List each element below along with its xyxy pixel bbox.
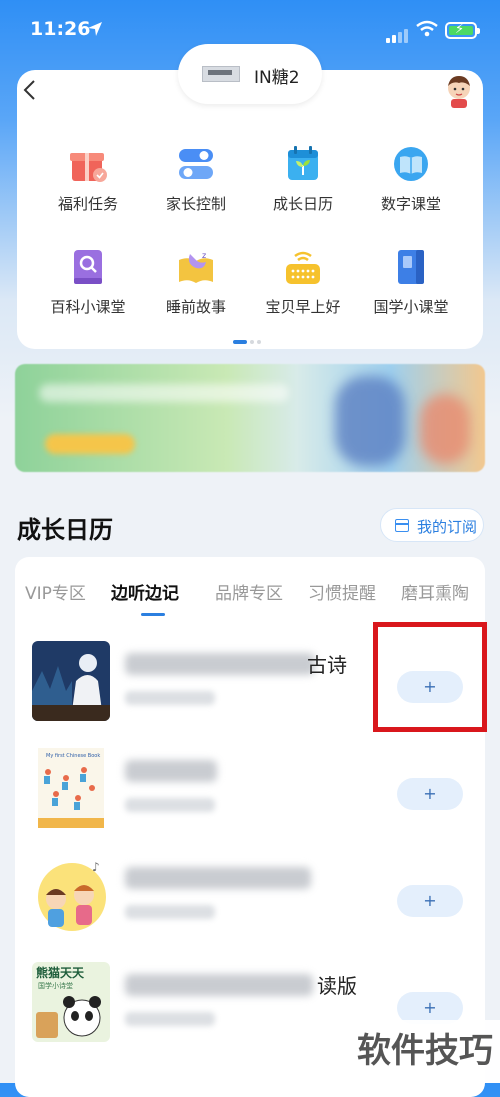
- page-indicator: [233, 331, 264, 350]
- book-cover-thumbnail: My first Chinese Book: [38, 748, 104, 828]
- grid-item-label: 数字课堂: [380, 195, 441, 213]
- tab-habit-reminder[interactable]: 习惯提醒: [308, 579, 376, 604]
- moon-book-icon: z: [179, 251, 213, 283]
- wifi-icon: [416, 20, 438, 37]
- section-title: 成长日历: [17, 516, 113, 544]
- child-avatar-icon[interactable]: [444, 74, 474, 108]
- grid-item-chinese-studies[interactable]: 国学小课堂: [355, 248, 467, 317]
- tab-ear-training[interactable]: 磨耳熏陶: [401, 579, 469, 604]
- watermark-text: 软件技巧: [350, 1020, 500, 1083]
- device-name: IN糖2: [254, 68, 300, 88]
- tab-brand[interactable]: 品牌专区: [215, 579, 283, 604]
- add-button[interactable]: +: [397, 885, 463, 917]
- grid-item-label: 福利任务: [57, 195, 118, 213]
- calendar-sprout-icon: [288, 146, 318, 180]
- grid-item-label: 宝贝早上好: [265, 298, 341, 316]
- status-time: 11:26: [30, 18, 91, 40]
- grid-item-label: 睡前故事: [165, 298, 226, 316]
- panda-cover-title: 熊猫天天: [36, 965, 85, 980]
- grid-item-digital-class[interactable]: 数字课堂: [355, 145, 467, 214]
- list-item[interactable]: My first Chinese Book +: [15, 748, 485, 848]
- grid-item-bedtime-story[interactable]: z 睡前故事: [140, 248, 252, 317]
- grid-item-label: 百科小课堂: [50, 298, 126, 316]
- page-dot: [250, 339, 254, 344]
- search-book-icon: [74, 250, 102, 284]
- toggle-icon: [179, 149, 213, 179]
- grid-item-parental-control[interactable]: 家长控制: [140, 145, 252, 214]
- svg-text:♪: ♪: [92, 860, 100, 874]
- notebook-icon: [398, 250, 424, 284]
- grid-item-label: 国学小课堂: [373, 298, 449, 316]
- my-subscription-label: 我的订阅: [417, 518, 478, 536]
- grid-item-welfare-tasks[interactable]: 福利任务: [32, 145, 144, 214]
- grid-item-label: 家长控制: [165, 195, 226, 213]
- book-cover-title: My first Chinese Book: [46, 753, 100, 759]
- grid-item-encyclopedia-class[interactable]: 百科小课堂: [32, 248, 144, 317]
- cellular-signal-icon: [386, 24, 410, 43]
- promo-banner[interactable]: [15, 364, 485, 472]
- poem-cover-thumbnail: [32, 641, 110, 721]
- list-item-title-suffix: 古诗: [307, 653, 347, 677]
- page-dot: [257, 339, 261, 344]
- svg-text:z: z: [202, 251, 206, 260]
- panda-cover-thumbnail: 熊猫天天 国学小诗堂: [32, 962, 110, 1042]
- grid-item-good-morning[interactable]: 宝贝早上好: [247, 248, 359, 317]
- active-tab-indicator: [141, 613, 165, 616]
- panda-cover-subtitle: 国学小诗堂: [38, 981, 73, 990]
- tab-vip[interactable]: VIP专区: [25, 579, 86, 604]
- back-icon[interactable]: [18, 78, 42, 102]
- radio-icon: [286, 251, 320, 284]
- grid-item-growth-calendar[interactable]: 成长日历: [247, 145, 359, 214]
- my-subscription-button[interactable]: 我的订阅: [380, 508, 484, 542]
- add-button[interactable]: +: [397, 778, 463, 810]
- gift-icon: [70, 153, 107, 182]
- calendar-icon: [395, 519, 409, 532]
- device-image: [202, 66, 240, 82]
- location-arrow-icon: [88, 22, 102, 36]
- kids-singing-thumbnail: ♪: [32, 855, 110, 935]
- page-dot-active: [233, 339, 247, 344]
- category-tabs: VIP专区 边听边记 品牌专区 习惯提醒 磨耳熏陶: [15, 577, 485, 617]
- book-icon: [394, 147, 428, 181]
- list-item[interactable]: ♪ +: [15, 855, 485, 955]
- list-item-title-suffix: 读版: [317, 974, 357, 998]
- tab-listen-and-note[interactable]: 边听边记: [111, 579, 179, 604]
- device-selector[interactable]: IN糖2: [178, 44, 322, 104]
- highlight-box: [373, 622, 487, 732]
- battery-icon: ⚡: [445, 22, 480, 39]
- grid-item-label: 成长日历: [272, 195, 333, 213]
